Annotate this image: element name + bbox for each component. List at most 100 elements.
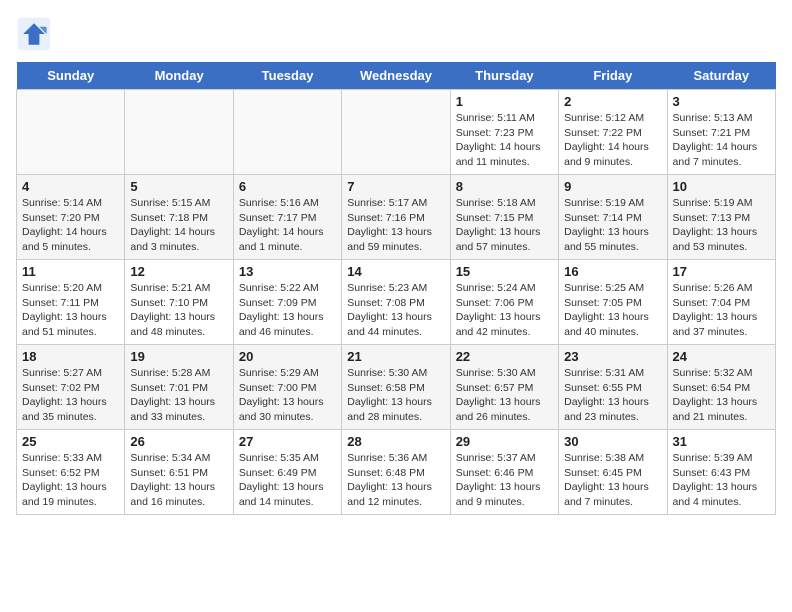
day-info: Sunrise: 5:35 AM Sunset: 6:49 PM Dayligh… [239,451,336,510]
day-info: Sunrise: 5:24 AM Sunset: 7:06 PM Dayligh… [456,281,553,340]
day-number: 16 [564,264,661,279]
day-number: 8 [456,179,553,194]
calendar-cell: 14 Sunrise: 5:23 AM Sunset: 7:08 PM Dayli… [342,260,450,345]
day-info: Sunrise: 5:33 AM Sunset: 6:52 PM Dayligh… [22,451,119,510]
day-info: Sunrise: 5:17 AM Sunset: 7:16 PM Dayligh… [347,196,444,255]
calendar-cell: 15 Sunrise: 5:24 AM Sunset: 7:06 PM Dayli… [450,260,558,345]
day-number: 30 [564,434,661,449]
calendar-cell: 19 Sunrise: 5:28 AM Sunset: 7:01 PM Dayli… [125,345,233,430]
day-number: 11 [22,264,119,279]
day-info: Sunrise: 5:23 AM Sunset: 7:08 PM Dayligh… [347,281,444,340]
day-number: 24 [673,349,770,364]
day-info: Sunrise: 5:29 AM Sunset: 7:00 PM Dayligh… [239,366,336,425]
day-number: 19 [130,349,227,364]
calendar-cell: 21Sunrise: 5:30 AM Sunset: 6:58 PM Dayli… [342,345,450,430]
day-number: 14 [347,264,444,279]
day-number: 12 [130,264,227,279]
logo [16,16,56,52]
page-header [16,16,776,52]
calendar-cell: 3 Sunrise: 5:13 AM Sunset: 7:21 PM Daylig… [667,90,775,175]
day-number: 29 [456,434,553,449]
calendar-cell: 23 Sunrise: 5:31 AM Sunset: 6:55 PM Dayli… [559,345,667,430]
calendar-week: 1 Sunrise: 5:11 AM Sunset: 7:23 PM Daylig… [17,90,776,175]
day-number: 5 [130,179,227,194]
day-number: 7 [347,179,444,194]
calendar-week: 4Sunrise: 5:14 AM Sunset: 7:20 PM Daylig… [17,175,776,260]
calendar-week: 25 Sunrise: 5:33 AM Sunset: 6:52 PM Dayli… [17,430,776,515]
day-info: Sunrise: 5:16 AM Sunset: 7:17 PM Dayligh… [239,196,336,255]
calendar-cell: 28 Sunrise: 5:36 AM Sunset: 6:48 PM Dayli… [342,430,450,515]
day-number: 20 [239,349,336,364]
calendar-week: 11Sunrise: 5:20 AM Sunset: 7:11 PM Dayli… [17,260,776,345]
day-number: 1 [456,94,553,109]
day-info: Sunrise: 5:22 AM Sunset: 7:09 PM Dayligh… [239,281,336,340]
day-info: Sunrise: 5:31 AM Sunset: 6:55 PM Dayligh… [564,366,661,425]
calendar-cell: 20 Sunrise: 5:29 AM Sunset: 7:00 PM Dayli… [233,345,341,430]
weekday-header: Sunday [17,62,125,90]
calendar-cell: 2 Sunrise: 5:12 AM Sunset: 7:22 PM Daylig… [559,90,667,175]
calendar-cell: 8 Sunrise: 5:18 AM Sunset: 7:15 PM Daylig… [450,175,558,260]
day-number: 15 [456,264,553,279]
day-number: 2 [564,94,661,109]
day-info: Sunrise: 5:12 AM Sunset: 7:22 PM Dayligh… [564,111,661,170]
day-number: 27 [239,434,336,449]
day-number: 23 [564,349,661,364]
day-number: 28 [347,434,444,449]
day-info: Sunrise: 5:30 AM Sunset: 6:57 PM Dayligh… [456,366,553,425]
day-info: Sunrise: 5:27 AM Sunset: 7:02 PM Dayligh… [22,366,119,425]
day-info: Sunrise: 5:11 AM Sunset: 7:23 PM Dayligh… [456,111,553,170]
day-info: Sunrise: 5:18 AM Sunset: 7:15 PM Dayligh… [456,196,553,255]
calendar-cell: 9Sunrise: 5:19 AM Sunset: 7:14 PM Daylig… [559,175,667,260]
day-number: 21 [347,349,444,364]
day-number: 31 [673,434,770,449]
calendar-week: 18Sunrise: 5:27 AM Sunset: 7:02 PM Dayli… [17,345,776,430]
weekday-row: SundayMondayTuesdayWednesdayThursdayFrid… [17,62,776,90]
calendar-body: 1 Sunrise: 5:11 AM Sunset: 7:23 PM Daylig… [17,90,776,515]
day-number: 22 [456,349,553,364]
day-info: Sunrise: 5:37 AM Sunset: 6:46 PM Dayligh… [456,451,553,510]
calendar-cell: 1 Sunrise: 5:11 AM Sunset: 7:23 PM Daylig… [450,90,558,175]
day-info: Sunrise: 5:21 AM Sunset: 7:10 PM Dayligh… [130,281,227,340]
calendar-cell: 25 Sunrise: 5:33 AM Sunset: 6:52 PM Dayli… [17,430,125,515]
calendar-cell: 16 Sunrise: 5:25 AM Sunset: 7:05 PM Dayli… [559,260,667,345]
day-number: 17 [673,264,770,279]
calendar-cell: 6Sunrise: 5:16 AM Sunset: 7:17 PM Daylig… [233,175,341,260]
calendar-cell [233,90,341,175]
calendar-cell [125,90,233,175]
day-info: Sunrise: 5:13 AM Sunset: 7:21 PM Dayligh… [673,111,770,170]
day-info: Sunrise: 5:14 AM Sunset: 7:20 PM Dayligh… [22,196,119,255]
calendar-table: SundayMondayTuesdayWednesdayThursdayFrid… [16,62,776,515]
calendar-cell: 12 Sunrise: 5:21 AM Sunset: 7:10 PM Dayli… [125,260,233,345]
calendar-cell [17,90,125,175]
day-info: Sunrise: 5:28 AM Sunset: 7:01 PM Dayligh… [130,366,227,425]
calendar-cell: 30 Sunrise: 5:38 AM Sunset: 6:45 PM Dayli… [559,430,667,515]
calendar-cell: 24Sunrise: 5:32 AM Sunset: 6:54 PM Dayli… [667,345,775,430]
day-info: Sunrise: 5:39 AM Sunset: 6:43 PM Dayligh… [673,451,770,510]
weekday-header: Saturday [667,62,775,90]
day-info: Sunrise: 5:25 AM Sunset: 7:05 PM Dayligh… [564,281,661,340]
calendar-cell: 17Sunrise: 5:26 AM Sunset: 7:04 PM Dayli… [667,260,775,345]
day-info: Sunrise: 5:38 AM Sunset: 6:45 PM Dayligh… [564,451,661,510]
calendar-cell [342,90,450,175]
calendar-cell: 22 Sunrise: 5:30 AM Sunset: 6:57 PM Dayli… [450,345,558,430]
calendar-cell: 18Sunrise: 5:27 AM Sunset: 7:02 PM Dayli… [17,345,125,430]
day-number: 3 [673,94,770,109]
weekday-header: Monday [125,62,233,90]
calendar-cell: 7 Sunrise: 5:17 AM Sunset: 7:16 PM Daylig… [342,175,450,260]
day-info: Sunrise: 5:36 AM Sunset: 6:48 PM Dayligh… [347,451,444,510]
calendar-cell: 5 Sunrise: 5:15 AM Sunset: 7:18 PM Daylig… [125,175,233,260]
day-info: Sunrise: 5:19 AM Sunset: 7:13 PM Dayligh… [673,196,770,255]
day-number: 25 [22,434,119,449]
calendar-header: SundayMondayTuesdayWednesdayThursdayFrid… [17,62,776,90]
day-number: 9 [564,179,661,194]
calendar-cell: 26Sunrise: 5:34 AM Sunset: 6:51 PM Dayli… [125,430,233,515]
day-info: Sunrise: 5:15 AM Sunset: 7:18 PM Dayligh… [130,196,227,255]
day-number: 13 [239,264,336,279]
calendar-cell: 31 Sunrise: 5:39 AM Sunset: 6:43 PM Dayli… [667,430,775,515]
calendar-cell: 4Sunrise: 5:14 AM Sunset: 7:20 PM Daylig… [17,175,125,260]
calendar-cell: 27 Sunrise: 5:35 AM Sunset: 6:49 PM Dayli… [233,430,341,515]
weekday-header: Tuesday [233,62,341,90]
calendar-cell: 29 Sunrise: 5:37 AM Sunset: 6:46 PM Dayli… [450,430,558,515]
weekday-header: Friday [559,62,667,90]
calendar-cell: 10Sunrise: 5:19 AM Sunset: 7:13 PM Dayli… [667,175,775,260]
